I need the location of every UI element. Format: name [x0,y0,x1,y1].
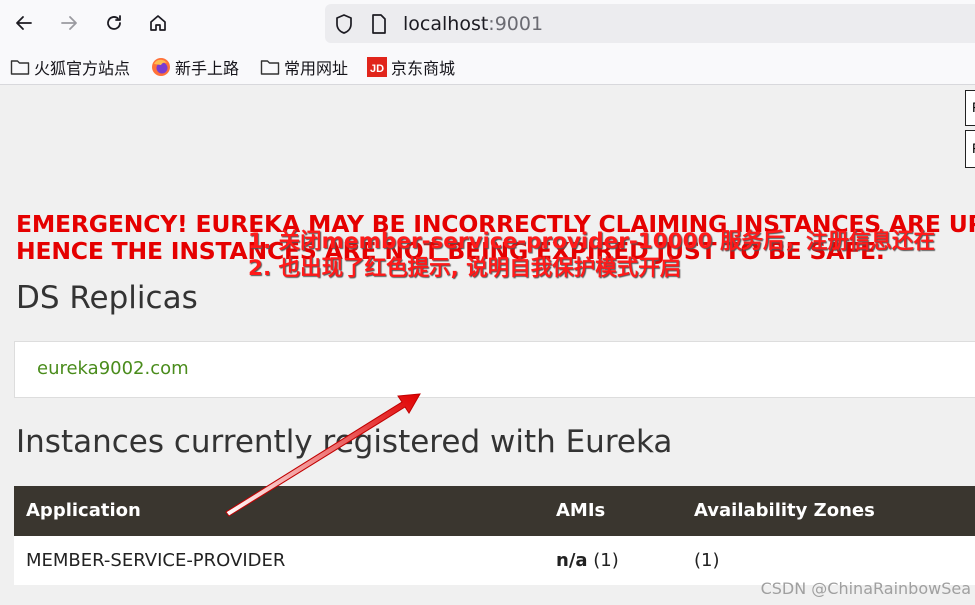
annotation-arrow [225,393,421,517]
watermark: CSDN @ChinaRainbowSea [760,579,971,598]
annotation-line-1: 1. 关闭member-service-provider-10000 服务后，注… [248,229,936,254]
annotation-note: 1. 关闭member-service-provider-10000 服务后，注… [248,228,935,282]
annotation-line-2: 2. 也出现了红色提示, 说明自我保护模式开启 [248,256,682,281]
